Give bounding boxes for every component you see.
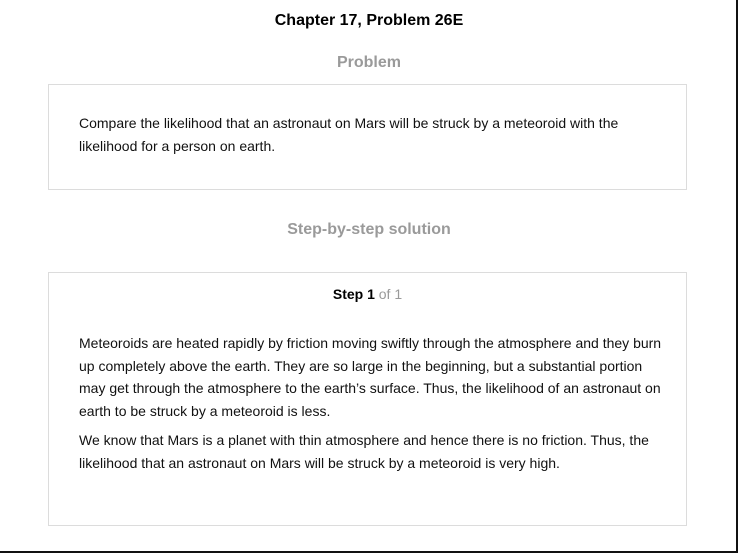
solution-card: Step 1 of 1 Meteoroids are heated rapidl…: [48, 272, 687, 526]
solution-paragraph-2: We know that Mars is a planet with thin …: [79, 432, 649, 471]
solution-paragraph-1: Meteoroids are heated rapidly by frictio…: [79, 335, 662, 419]
page-frame: Chapter 17, Problem 26E Problem Compare …: [0, 0, 738, 553]
step-label: Step 1 of 1: [49, 286, 686, 302]
problem-heading: Problem: [336, 54, 401, 71]
solution-heading: Step-by-step solution: [287, 221, 451, 238]
problem-text: Compare the likelihood that an astronaut…: [79, 115, 619, 154]
step-number: Step 1: [332, 286, 375, 302]
step-total: of 1: [378, 286, 403, 302]
problem-card: Compare the likelihood that an astronaut…: [48, 84, 687, 190]
chapter-title: Chapter 17, Problem 26E: [274, 12, 464, 29]
